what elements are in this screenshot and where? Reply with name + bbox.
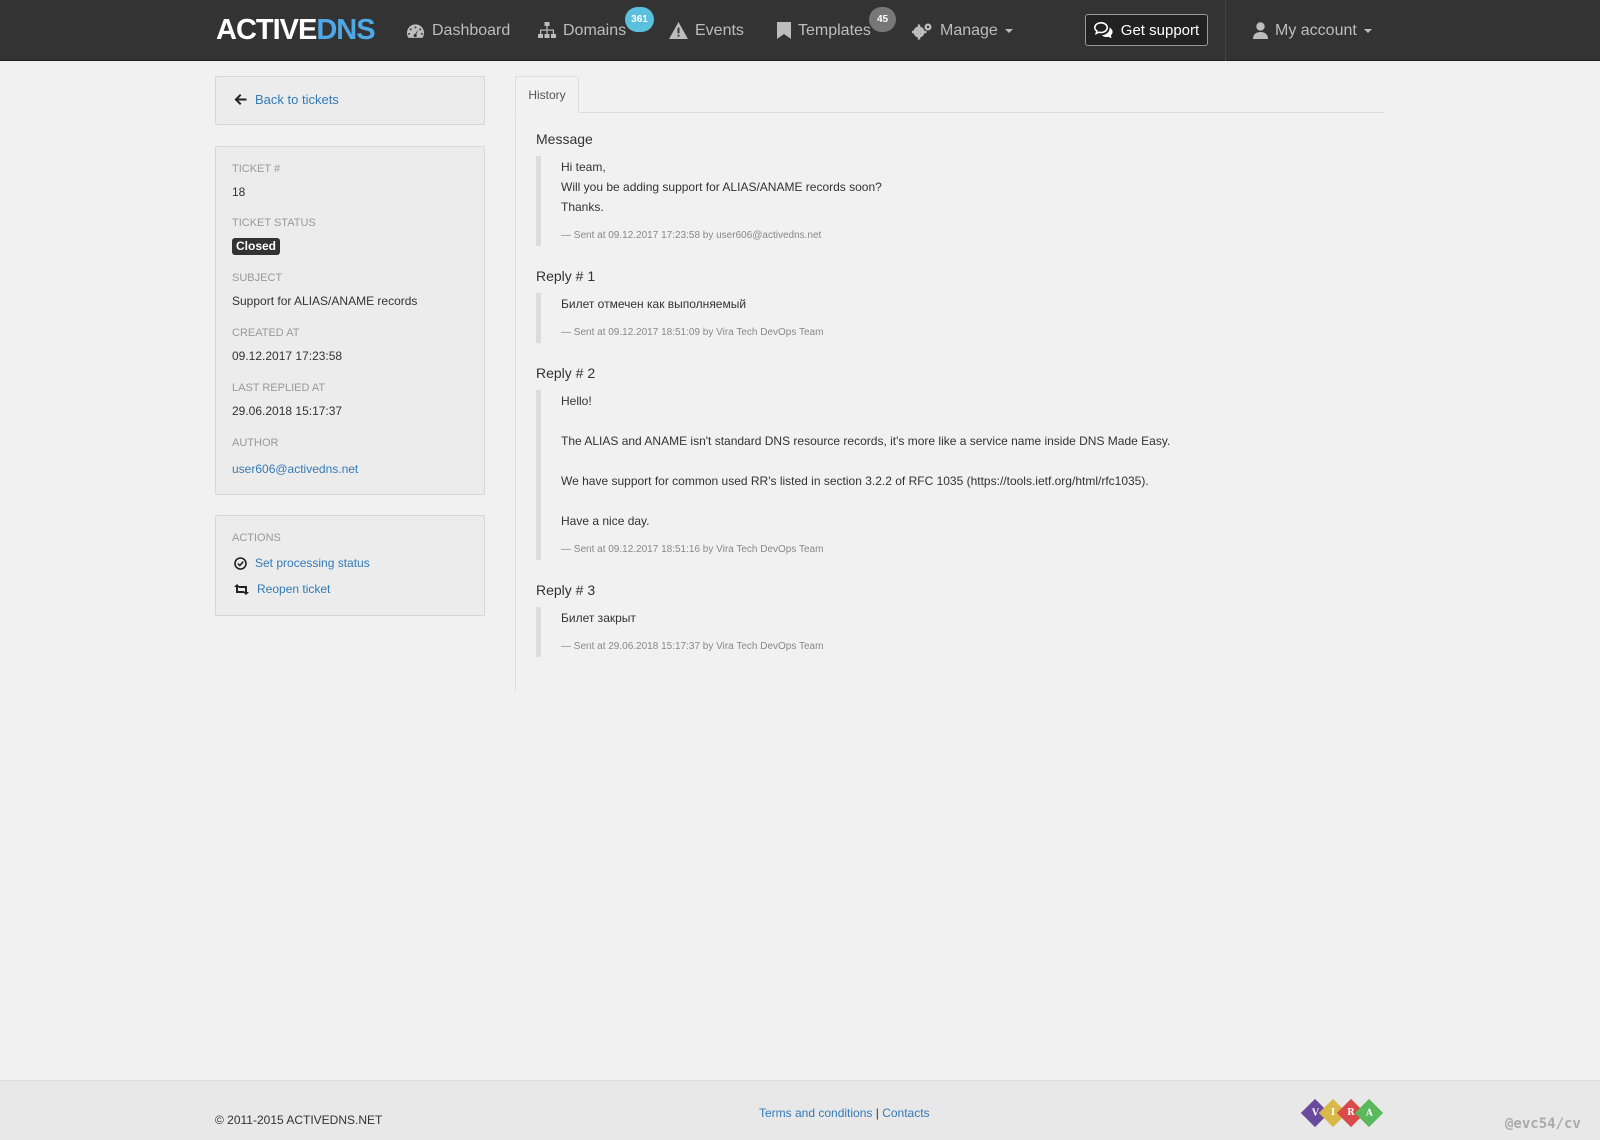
created-at-value: 09.12.2017 17:23:58 xyxy=(232,349,343,363)
get-support-button[interactable]: Get support xyxy=(1085,14,1208,46)
status-badge: Closed xyxy=(232,238,281,255)
created-at-label: CREATED AT xyxy=(232,327,300,339)
reopen-ticket-label: Reopen ticket xyxy=(257,582,331,596)
reply-line: Билет отмечен как выполняемый xyxy=(561,297,747,311)
reply-3-quote: Билет закрыт — Sent at 29.06.2018 15:17:… xyxy=(536,607,823,657)
reply-1-title: Reply # 1 xyxy=(536,268,596,284)
reply-footer: — Sent at 09.12.2017 18:51:16 by Vira Te… xyxy=(561,544,824,555)
nav-templates[interactable]: Templates xyxy=(777,0,871,61)
nav-events-label: Events xyxy=(695,21,744,39)
author-label: AUTHOR xyxy=(232,437,279,449)
vira-logo-letter: A xyxy=(1354,1098,1384,1128)
nav-divider xyxy=(1225,0,1226,61)
set-processing-status-link[interactable]: Set processing status xyxy=(234,556,370,570)
ticket-status-label: TICKET STATUS xyxy=(232,217,316,229)
back-to-tickets-label: Back to tickets xyxy=(255,92,339,107)
watermark-text: @evc54/cv xyxy=(1505,1116,1581,1132)
message-line: Hi team, xyxy=(561,160,606,174)
footer-separator: | xyxy=(875,1106,879,1120)
vira-logo[interactable]: V I R A xyxy=(1300,1098,1384,1128)
tabs-underline xyxy=(578,112,1385,113)
nav-domains[interactable]: Domains xyxy=(538,0,626,61)
reply-2-quote: Hello! The ALIAS and ANAME isn't standar… xyxy=(536,390,1170,560)
last-replied-value: 29.06.2018 15:17:37 xyxy=(232,404,343,418)
actions-panel: ACTIONS Set processing status Reopen tic… xyxy=(215,515,485,616)
ticket-number-label: TICKET # xyxy=(232,163,281,175)
subject-value: Support for ALIAS/ANAME records xyxy=(232,294,418,308)
domains-count-badge: 361 xyxy=(625,7,654,32)
reply-line: The ALIAS and ANAME isn't standard DNS r… xyxy=(561,434,1171,448)
message-footer: — Sent at 09.12.2017 17:23:58 by user606… xyxy=(561,230,822,241)
nav-domains-label: Domains xyxy=(563,21,627,39)
reply-line: Билет закрыт xyxy=(561,611,636,625)
nav-my-account-label: My account xyxy=(1275,21,1357,39)
reply-1-quote: Билет отмечен как выполняемый — Sent at … xyxy=(536,293,823,343)
page-footer: © 2011-2015 ACTIVEDNS.NET Terms and cond… xyxy=(0,1080,1600,1140)
reply-3-title: Reply # 3 xyxy=(536,582,596,598)
reply-footer: — Sent at 09.12.2017 18:51:09 by Vira Te… xyxy=(561,327,824,338)
retweet-icon xyxy=(234,583,249,595)
nav-dashboard-label: Dashboard xyxy=(432,21,511,39)
nav-dashboard[interactable]: Dashboard xyxy=(406,0,510,61)
chevron-down-icon xyxy=(1363,28,1372,33)
content-left-border xyxy=(515,76,516,692)
reply-footer: — Sent at 29.06.2018 15:17:37 by Vira Te… xyxy=(561,641,824,652)
arrow-left-icon xyxy=(234,94,247,105)
bookmark-icon xyxy=(777,22,791,39)
contacts-link[interactable]: Contacts xyxy=(882,1106,929,1120)
back-to-tickets-link[interactable]: Back to tickets xyxy=(234,92,339,107)
reopen-ticket-link[interactable]: Reopen ticket xyxy=(234,582,330,596)
get-support-label: Get support xyxy=(1120,21,1200,39)
check-circle-icon xyxy=(234,556,247,570)
ticket-info-panel: TICKET # 18 TICKET STATUS Closed SUBJECT… xyxy=(215,146,485,495)
nav-my-account[interactable]: My account xyxy=(1253,0,1372,61)
reply-2-title: Reply # 2 xyxy=(536,365,596,381)
gears-icon xyxy=(912,23,932,39)
chevron-down-icon xyxy=(1004,28,1013,33)
footer-links: Terms and conditions | Contacts xyxy=(759,1106,930,1120)
user-icon xyxy=(1253,22,1268,39)
comments-icon xyxy=(1093,22,1113,38)
set-processing-status-label: Set processing status xyxy=(255,556,370,570)
message-quote: Hi team, Will you be adding support for … xyxy=(536,156,882,246)
tab-history[interactable]: History xyxy=(515,76,579,113)
author-link[interactable]: user606@activedns.net xyxy=(232,462,358,476)
ticket-number-value: 18 xyxy=(232,185,246,199)
brand-part-dns: DNS xyxy=(316,14,375,46)
sitemap-icon xyxy=(538,22,556,38)
nav-templates-label: Templates xyxy=(798,21,871,39)
terms-link[interactable]: Terms and conditions xyxy=(759,1106,872,1120)
warning-icon xyxy=(669,22,688,39)
reply-line: Hello! xyxy=(561,394,592,408)
brand-logo[interactable]: ACTIVEDNS xyxy=(216,14,376,46)
copyright-text: © 2011-2015 ACTIVEDNS.NET xyxy=(215,1113,383,1127)
message-line: Thanks. xyxy=(561,200,604,214)
nav-events[interactable]: Events xyxy=(669,0,744,61)
nav-manage-label: Manage xyxy=(940,21,998,39)
message-line: Will you be adding support for ALIAS/ANA… xyxy=(561,180,882,194)
templates-count-badge: 45 xyxy=(869,7,896,32)
message-title: Message xyxy=(536,131,593,147)
last-replied-label: LAST REPLIED AT xyxy=(232,382,326,394)
brand-part-active: ACTIVE xyxy=(216,14,317,46)
nav-manage[interactable]: Manage xyxy=(912,0,1013,61)
actions-label: ACTIONS xyxy=(232,532,281,544)
reply-line: We have support for common used RR's lis… xyxy=(561,474,1149,488)
dashboard-icon xyxy=(406,23,425,38)
back-panel: Back to tickets xyxy=(215,76,485,125)
subject-label: SUBJECT xyxy=(232,272,283,284)
top-navbar: ACTIVEDNS Dashboard Domains 361 Events T… xyxy=(0,0,1600,61)
reply-line: Have a nice day. xyxy=(561,514,650,528)
